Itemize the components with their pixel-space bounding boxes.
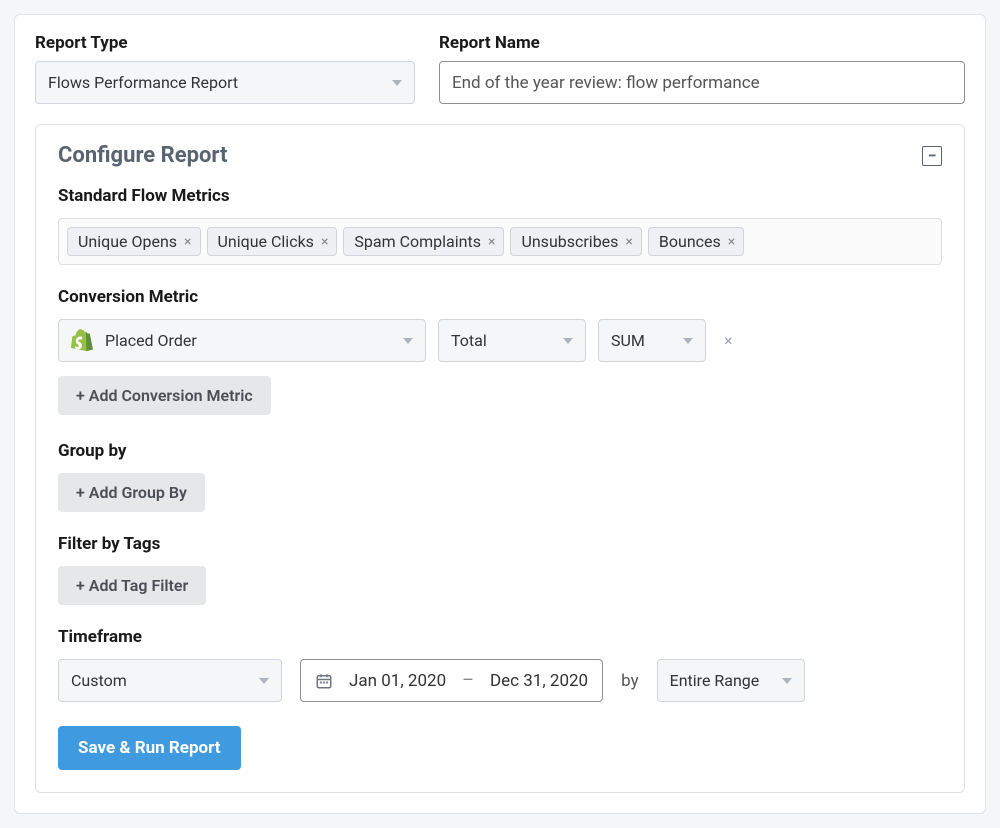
metric-tag: Unique Clicks × xyxy=(207,227,338,256)
metric-tag-label: Unsubscribes xyxy=(521,232,618,251)
date-dash: – xyxy=(462,670,474,691)
chevron-down-icon xyxy=(782,678,792,684)
add-conversion-metric-button[interactable]: + Add Conversion Metric xyxy=(58,376,271,415)
add-group-by-button[interactable]: + Add Group By xyxy=(58,473,205,512)
calendar-icon xyxy=(315,672,333,690)
conversion-row: Placed Order Total SUM × xyxy=(58,319,942,362)
configure-title: Configure Report xyxy=(58,143,227,168)
close-icon[interactable]: × xyxy=(625,234,632,250)
report-name-input[interactable] xyxy=(439,61,965,104)
group-by-label: Group by xyxy=(58,441,942,461)
standard-metrics-box[interactable]: Unique Opens × Unique Clicks × Spam Comp… xyxy=(58,218,942,265)
chevron-down-icon xyxy=(403,338,413,344)
timeframe-by-select[interactable]: Entire Range xyxy=(657,659,805,702)
report-type-select[interactable]: Flows Performance Report xyxy=(35,61,415,104)
metric-tag-label: Unique Clicks xyxy=(218,232,314,251)
by-label: by xyxy=(621,671,639,691)
minus-icon: − xyxy=(928,148,937,164)
report-builder-card: Report Type Flows Performance Report Rep… xyxy=(14,14,986,814)
shopify-icon xyxy=(71,329,93,353)
add-tag-filter-button[interactable]: + Add Tag Filter xyxy=(58,566,206,605)
close-icon[interactable]: × xyxy=(728,234,735,250)
filter-tags-label: Filter by Tags xyxy=(58,534,942,554)
date-from: Jan 01, 2020 xyxy=(349,671,446,691)
timeframe-row: Custom Jan 01, 2020 – Dec 31, 2020 by xyxy=(58,659,942,702)
metric-tag-label: Bounces xyxy=(659,232,721,251)
metric-tag: Spam Complaints × xyxy=(343,227,504,256)
remove-conversion-icon[interactable]: × xyxy=(718,331,739,350)
chevron-down-icon xyxy=(392,80,402,86)
metric-tag-label: Spam Complaints xyxy=(354,232,481,251)
chevron-down-icon xyxy=(563,338,573,344)
panel-header: Configure Report − xyxy=(58,143,942,168)
metric-tag: Bounces × xyxy=(648,227,744,256)
timeframe-mode-select[interactable]: Custom xyxy=(58,659,282,702)
report-name-label: Report Name xyxy=(439,33,965,53)
conversion-total-select[interactable]: Total xyxy=(438,319,586,362)
close-icon[interactable]: × xyxy=(488,234,495,250)
date-range-picker[interactable]: Jan 01, 2020 – Dec 31, 2020 xyxy=(300,659,603,702)
close-icon[interactable]: × xyxy=(321,234,328,250)
metric-tag: Unsubscribes × xyxy=(510,227,641,256)
conversion-sum-select[interactable]: SUM xyxy=(598,319,706,362)
top-fields-row: Report Type Flows Performance Report Rep… xyxy=(35,33,965,104)
configure-panel: Configure Report − Standard Flow Metrics… xyxy=(35,124,965,793)
close-icon[interactable]: × xyxy=(184,234,191,250)
timeframe-by-value: Entire Range xyxy=(670,671,760,690)
date-to: Dec 31, 2020 xyxy=(490,671,588,691)
collapse-button[interactable]: − xyxy=(922,146,942,166)
report-type-value: Flows Performance Report xyxy=(48,73,238,92)
conversion-total-value: Total xyxy=(451,331,487,350)
report-name-field: Report Name xyxy=(439,33,965,104)
timeframe-label: Timeframe xyxy=(58,627,942,647)
conversion-metric-label: Conversion Metric xyxy=(58,287,942,307)
conversion-metric-value: Placed Order xyxy=(105,331,391,350)
save-run-report-button[interactable]: Save & Run Report xyxy=(58,726,241,770)
standard-metrics-label: Standard Flow Metrics xyxy=(58,186,942,206)
timeframe-mode-value: Custom xyxy=(71,671,127,690)
report-type-field: Report Type Flows Performance Report xyxy=(35,33,415,104)
conversion-sum-value: SUM xyxy=(611,331,645,350)
metric-tag: Unique Opens × xyxy=(67,227,201,256)
chevron-down-icon xyxy=(683,338,693,344)
chevron-down-icon xyxy=(259,678,269,684)
metric-tag-label: Unique Opens xyxy=(78,232,177,251)
conversion-metric-select[interactable]: Placed Order xyxy=(58,319,426,362)
report-type-label: Report Type xyxy=(35,33,415,53)
